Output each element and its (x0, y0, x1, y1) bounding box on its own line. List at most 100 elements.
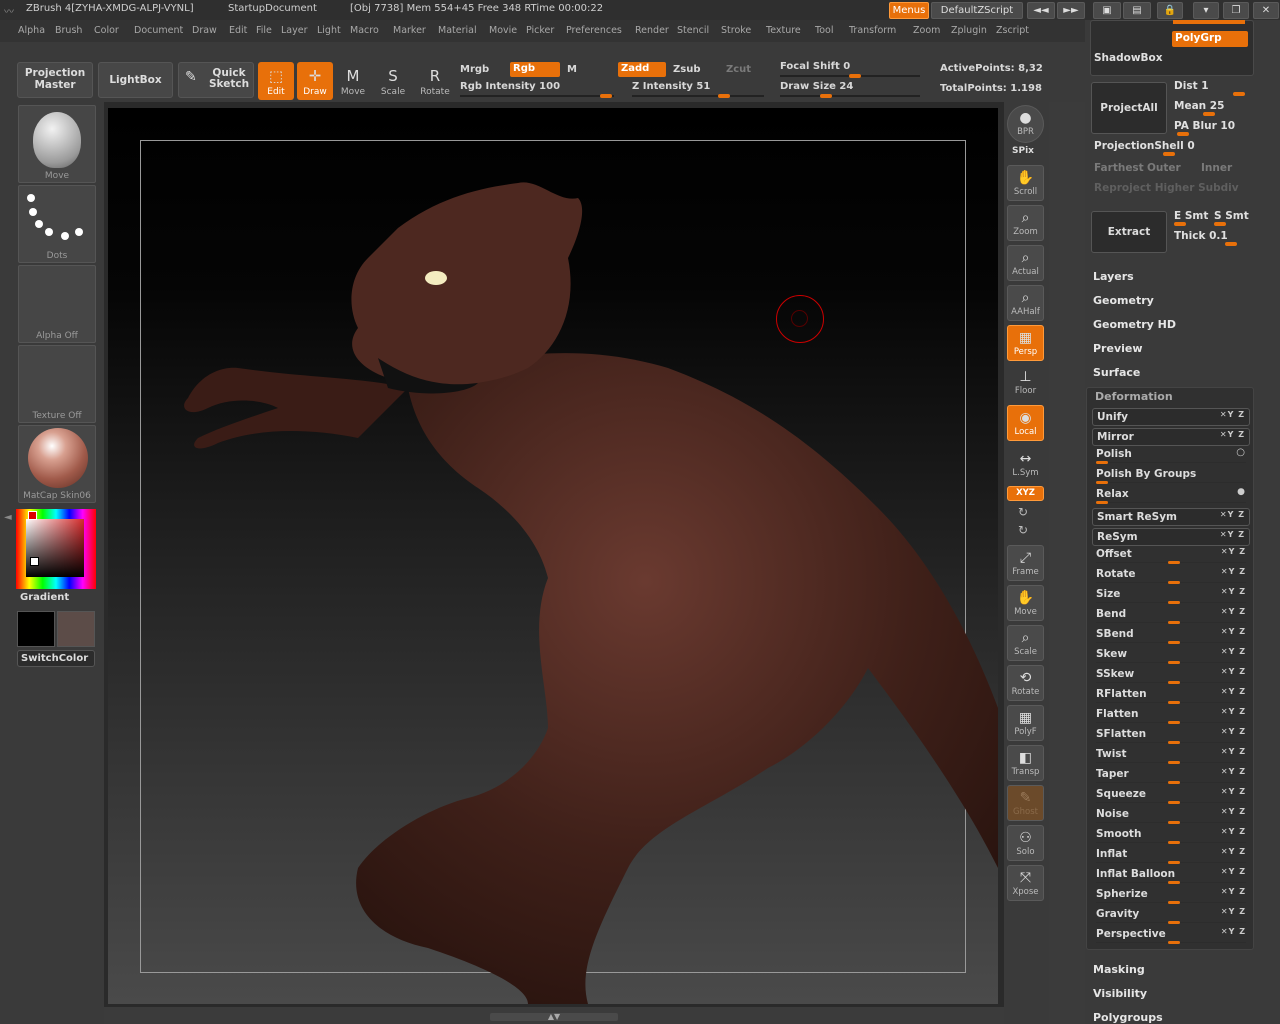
rotate-slider[interactable]: Rotate ✕Y Z (1092, 566, 1250, 584)
rotate-y-icon[interactable]: ↻ (1018, 505, 1028, 519)
visibility-section[interactable]: Visibility (1093, 987, 1147, 1000)
zsub-button[interactable]: Zsub (673, 64, 700, 75)
smooth-slider[interactable]: Smooth ✕Y Z (1092, 826, 1250, 844)
frame-button[interactable]: ⤢ Frame (1007, 545, 1044, 581)
polygroups-section[interactable]: Polygroups (1093, 1011, 1163, 1024)
menu-preferences[interactable]: Preferences (566, 25, 622, 36)
gradient-toggle[interactable]: Gradient (20, 592, 69, 603)
mean-slider[interactable]: Mean 25 (1174, 100, 1224, 112)
canvas-scroll-handle[interactable]: ▲▼ (490, 1013, 618, 1021)
menu-picker[interactable]: Picker (526, 25, 554, 36)
draw-button[interactable]: ✛ Draw (297, 62, 333, 100)
scroll-button[interactable]: ✋ Scroll (1007, 165, 1044, 201)
taper-slider[interactable]: Taper ✕Y Z (1092, 766, 1250, 784)
menu-edit[interactable]: Edit (229, 25, 247, 36)
m-button[interactable]: M (567, 64, 577, 75)
rgb-intensity-slider[interactable]: Rgb Intensity 100 (460, 81, 560, 92)
xpose-button[interactable]: ⤧ Xpose (1007, 865, 1044, 901)
gravity-slider[interactable]: Gravity ✕Y Z (1092, 906, 1250, 924)
menu-transform[interactable]: Transform (849, 25, 896, 36)
projection-master-button[interactable]: Projection Master (17, 62, 93, 98)
s-smt-slider[interactable]: S Smt (1214, 210, 1249, 222)
menu-render[interactable]: Render (635, 25, 669, 36)
layout-icon[interactable]: ▣ (1093, 2, 1121, 19)
draw-size-slider[interactable]: Draw Size 24 (780, 81, 853, 92)
solo-button[interactable]: ⚇ Solo (1007, 825, 1044, 861)
inner-button[interactable]: Inner (1201, 162, 1232, 174)
e-smt-knob[interactable] (1174, 222, 1186, 226)
preview-section[interactable]: Preview (1093, 342, 1143, 355)
default-zscript-button[interactable]: DefaultZScript (931, 2, 1023, 19)
menu-document[interactable]: Document (134, 25, 183, 36)
slider-knob[interactable] (1173, 20, 1245, 24)
xyz-button[interactable]: XYZ (1007, 486, 1044, 501)
z-intensity-knob[interactable] (718, 94, 730, 98)
twist-slider[interactable]: Twist ✕Y Z (1092, 746, 1250, 764)
z-intensity-slider[interactable]: Z Intensity 51 (632, 81, 710, 92)
menu-movie[interactable]: Movie (489, 25, 517, 36)
layers-section[interactable]: Layers (1093, 270, 1134, 283)
unify-button[interactable]: Unify ✕Y Z (1092, 408, 1250, 426)
menu-zplugin[interactable]: Zplugin (951, 25, 987, 36)
pa-blur-knob[interactable] (1177, 132, 1189, 136)
scale-button[interactable]: S Scale (375, 62, 411, 100)
main-color-swatch[interactable] (17, 611, 55, 647)
deformation-title[interactable]: Deformation (1095, 390, 1173, 403)
tray-collapse-icon[interactable]: ◄ (4, 512, 12, 523)
zoom-button[interactable]: ⌕ Zoom (1007, 205, 1044, 241)
color-marker[interactable] (30, 557, 39, 566)
e-smt-slider[interactable]: E Smt (1174, 210, 1208, 222)
polish-by-groups-slider[interactable]: Polish By Groups (1092, 466, 1250, 484)
persp-button[interactable]: ▦ Persp (1007, 325, 1044, 361)
s-smt-knob[interactable] (1214, 222, 1226, 226)
color-picker[interactable] (16, 509, 96, 589)
reproject-higher-subdiv-button[interactable]: Reproject Higher Subdiv (1094, 182, 1239, 194)
polygrp-button[interactable]: PolyGrp (1172, 31, 1248, 47)
relax-slider[interactable]: Relax ● (1092, 486, 1250, 504)
sskew-slider[interactable]: SSkew ✕Y Z (1092, 666, 1250, 684)
scroll-right-icon[interactable]: ►► (1057, 2, 1085, 19)
zadd-button[interactable]: Zadd (618, 62, 666, 77)
mirror-button[interactable]: Mirror ✕Y Z (1092, 428, 1250, 446)
mean-knob[interactable] (1203, 112, 1215, 116)
size-slider[interactable]: Size ✕Y Z (1092, 586, 1250, 604)
menu-layer[interactable]: Layer (281, 25, 308, 36)
resym-button[interactable]: ReSym ✕Y Z (1092, 528, 1250, 546)
dist-slider[interactable]: Dist 1 (1174, 80, 1209, 92)
restore-icon[interactable]: ❐ (1223, 2, 1249, 19)
transp-button[interactable]: ◧ Transp (1007, 745, 1044, 781)
color-square[interactable] (26, 519, 84, 577)
perspective-slider[interactable]: Perspective ✕Y Z (1092, 926, 1250, 944)
menu-material[interactable]: Material (438, 25, 477, 36)
menu-alpha[interactable]: Alpha (18, 25, 45, 36)
offset-slider[interactable]: Offset ✕Y Z (1092, 546, 1250, 564)
menu-zscript[interactable]: Zscript (996, 25, 1029, 36)
texture-selector[interactable]: Texture Off (18, 345, 96, 423)
hue-marker[interactable] (28, 511, 37, 520)
thick-knob[interactable] (1225, 242, 1237, 246)
polish-slider[interactable]: Polish ○ (1092, 446, 1250, 464)
local-button[interactable]: ◉ Local (1007, 405, 1044, 441)
aahalf-button[interactable]: ⌕ AAHalf (1007, 285, 1044, 321)
move-button[interactable]: M Move (335, 62, 371, 100)
skew-slider[interactable]: Skew ✕Y Z (1092, 646, 1250, 664)
menus-button[interactable]: Menus (889, 2, 929, 19)
outer-button[interactable]: Outer (1147, 162, 1181, 174)
rflatten-slider[interactable]: RFlatten ✕Y Z (1092, 686, 1250, 704)
masking-section[interactable]: Masking (1093, 963, 1145, 976)
inflat-balloon-slider[interactable]: Inflat Balloon ✕Y Z (1092, 866, 1250, 884)
minimize-icon[interactable]: ▾ (1193, 2, 1219, 19)
floor-button[interactable]: ⊥ Floor (1007, 365, 1044, 401)
projection-shell-knob[interactable] (1163, 152, 1175, 156)
surface-section[interactable]: Surface (1093, 366, 1140, 379)
menu-light[interactable]: Light (317, 25, 341, 36)
smart-resym-button[interactable]: Smart ReSym ✕Y Z (1092, 508, 1250, 526)
sflatten-slider[interactable]: SFlatten ✕Y Z (1092, 726, 1250, 744)
menu-color[interactable]: Color (94, 25, 119, 36)
dist-knob[interactable] (1233, 92, 1245, 96)
menu-stencil[interactable]: Stencil (677, 25, 709, 36)
rotate-z-icon[interactable]: ↻ (1018, 523, 1028, 537)
mrgb-button[interactable]: Mrgb (460, 64, 489, 75)
noise-slider[interactable]: Noise ✕Y Z (1092, 806, 1250, 824)
shadowbox-button[interactable]: ShadowBox (1094, 52, 1163, 64)
